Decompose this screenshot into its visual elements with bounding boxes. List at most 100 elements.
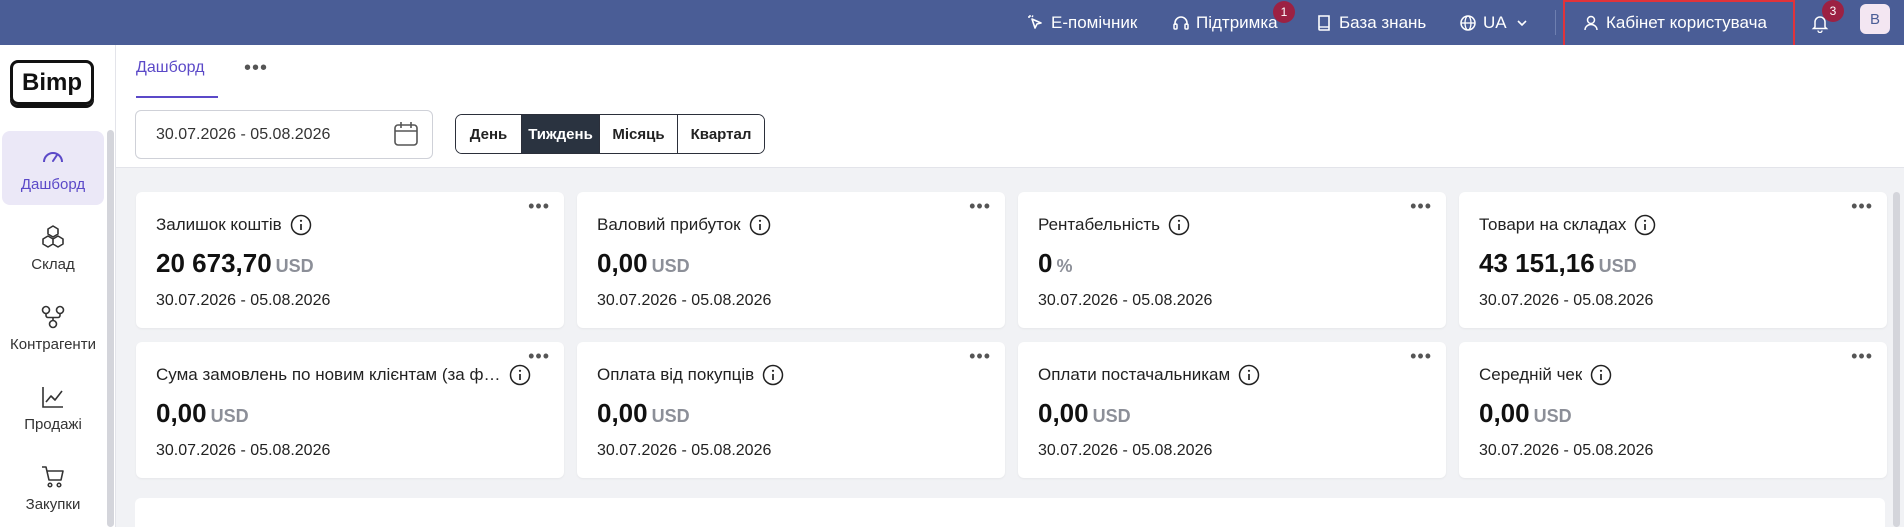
card-menu-button[interactable]: ••• — [1851, 346, 1873, 367]
card-title: Оплата від покупців — [597, 364, 784, 386]
card-menu-button[interactable]: ••• — [969, 346, 991, 367]
card-title: Рентабельність — [1038, 214, 1190, 236]
tab-dashboard[interactable]: Дашборд — [136, 59, 205, 77]
period-month-button[interactable]: Місяць — [600, 115, 678, 153]
card-title: Товари на складах — [1479, 214, 1656, 236]
card-date-range: 30.07.2026 - 05.08.2026 — [1038, 442, 1213, 459]
info-icon[interactable] — [509, 364, 531, 386]
card-menu-button[interactable]: ••• — [1410, 346, 1432, 367]
period-day-button[interactable]: День — [456, 115, 522, 153]
card-date-range: 30.07.2026 - 05.08.2026 — [1479, 442, 1654, 459]
sidebar: Bimp Дашборд Склад Контрагенти Продажі З… — [0, 45, 116, 527]
sidebar-item-contractors[interactable]: Контрагенти — [2, 291, 104, 365]
period-quarter-button[interactable]: Квартал — [678, 115, 764, 153]
card-title: Середній чек — [1479, 364, 1612, 386]
info-icon[interactable] — [1168, 214, 1190, 236]
card-title-text: Середній чек — [1479, 365, 1583, 384]
card-value-unit: USD — [651, 406, 690, 426]
card-value: 20 673,70 USD — [156, 248, 314, 279]
card-title-text: Рентабельність — [1038, 215, 1161, 234]
main-scrollbar[interactable] — [1893, 192, 1900, 527]
sidebar-item-warehouse[interactable]: Склад — [2, 211, 104, 285]
card-value-unit: USD — [1092, 406, 1131, 426]
card-menu-button[interactable]: ••• — [969, 196, 991, 217]
card-date-range: 30.07.2026 - 05.08.2026 — [156, 442, 331, 459]
card-value: 0,00 USD — [597, 398, 690, 429]
card-title-text: Оплати постачальникам — [1038, 365, 1231, 384]
sidebar-item-label: Склад — [31, 255, 75, 273]
info-icon[interactable] — [1238, 364, 1260, 386]
metric-card: ••• Оплата від покупців 0,00 USD 30.07.2026 … — [577, 342, 1005, 478]
card-value-unit: USD — [275, 256, 314, 276]
metric-card: ••• Оплати постачальникам 0,00 USD 30.07.202… — [1018, 342, 1446, 478]
gauge-icon — [43, 151, 63, 162]
info-icon[interactable] — [290, 214, 312, 236]
card-value: 0,00 USD — [156, 398, 249, 429]
sidebar-item-dashboard[interactable]: Дашборд — [2, 131, 104, 205]
card-title-text: Залишок коштів — [156, 215, 282, 234]
card-title: Оплати постачальникам — [1038, 364, 1260, 386]
info-icon[interactable] — [749, 214, 771, 236]
filter-bar: 30.07.2026 - 05.08.2026 День Тиждень Міс… — [116, 100, 1904, 168]
card-title: Сума замовлень по новим клієнтам (за філ… — [156, 364, 531, 386]
chart-line-icon — [42, 386, 63, 408]
card-value: 0,00 USD — [1479, 398, 1572, 429]
card-value-number: 20 673,70 — [156, 248, 272, 278]
sidebar-scrollbar[interactable] — [107, 130, 114, 527]
card-value-unit: USD — [1598, 256, 1637, 276]
card-date-range: 30.07.2026 - 05.08.2026 — [597, 442, 772, 459]
card-title-text: Сума замовлень по новим клієнтам (за філ… — [156, 365, 501, 384]
sidebar-item-label: Контрагенти — [10, 335, 96, 353]
metric-card: ••• Середній чек 0,00 USD 30.07.2026 - 05.08… — [1459, 342, 1887, 478]
card-date-range: 30.07.2026 - 05.08.2026 — [1038, 292, 1213, 309]
metric-card: ••• Товари на складах 43 151,16 USD 30.07.20… — [1459, 192, 1887, 328]
sidebar-item-label: Закупки — [25, 495, 81, 513]
sidebar-item-label: Продажі — [24, 415, 82, 433]
card-value-number: 0,00 — [1038, 398, 1089, 428]
card-value-number: 0,00 — [1479, 398, 1530, 428]
card-date-range: 30.07.2026 - 05.08.2026 — [156, 292, 331, 309]
cart-icon — [42, 465, 64, 488]
card-value-number: 0,00 — [597, 248, 648, 278]
card-value-number: 43 151,16 — [1479, 248, 1595, 278]
card-value: 0,00 USD — [597, 248, 690, 279]
card-value-number: 0 — [1038, 248, 1053, 278]
card-title-text: Товари на складах — [1479, 215, 1627, 234]
card-menu-button[interactable]: ••• — [528, 346, 550, 367]
boxes-icon — [42, 224, 64, 248]
network-icon — [41, 305, 65, 328]
info-icon[interactable] — [1634, 214, 1656, 236]
period-selector: День Тиждень Місяць Квартал — [455, 114, 765, 154]
card-menu-button[interactable]: ••• — [1851, 196, 1873, 217]
card-value-unit: % — [1056, 256, 1073, 276]
date-range-value: 30.07.2026 - 05.08.2026 — [156, 125, 331, 143]
tab-bar: Дашборд ••• — [116, 45, 1904, 100]
card-date-range: 30.07.2026 - 05.08.2026 — [597, 292, 772, 309]
metric-card: ••• Валовий прибуток 0,00 USD 30.07.2026 - 0… — [577, 192, 1005, 328]
card-value: 43 151,16 USD — [1479, 248, 1637, 279]
sidebar-item-sales[interactable]: Продажі — [2, 371, 104, 445]
card-title-text: Оплата від покупців — [597, 365, 755, 384]
card-title: Залишок коштів — [156, 214, 312, 236]
card-title-text: Валовий прибуток — [597, 215, 741, 234]
calendar-icon[interactable] — [393, 121, 419, 147]
tab-active-indicator — [136, 96, 218, 98]
metric-card: ••• Рентабельність 0% 30.07.2026 - 05.08.20… — [1018, 192, 1446, 328]
sidebar-item-purchases[interactable]: Закупки — [2, 451, 104, 525]
card-value-number: 0,00 — [156, 398, 207, 428]
card-value-unit: USD — [651, 256, 690, 276]
widget-card — [135, 498, 1885, 527]
period-week-button[interactable]: Тиждень — [522, 115, 600, 153]
info-icon[interactable] — [1590, 364, 1612, 386]
card-menu-button[interactable]: ••• — [528, 196, 550, 217]
card-value-unit: USD — [1533, 406, 1572, 426]
info-icon[interactable] — [762, 364, 784, 386]
tab-more-button[interactable]: ••• — [244, 57, 268, 80]
card-menu-button[interactable]: ••• — [1410, 196, 1432, 217]
card-title: Валовий прибуток — [597, 214, 771, 236]
card-value-unit: USD — [210, 406, 249, 426]
sidebar-item-label: Дашборд — [20, 175, 86, 193]
logo[interactable]: Bimp — [10, 60, 94, 105]
metric-card: ••• Сума замовлень по новим клієнтам (за … — [136, 342, 564, 478]
date-range-input[interactable]: 30.07.2026 - 05.08.2026 — [135, 110, 433, 159]
